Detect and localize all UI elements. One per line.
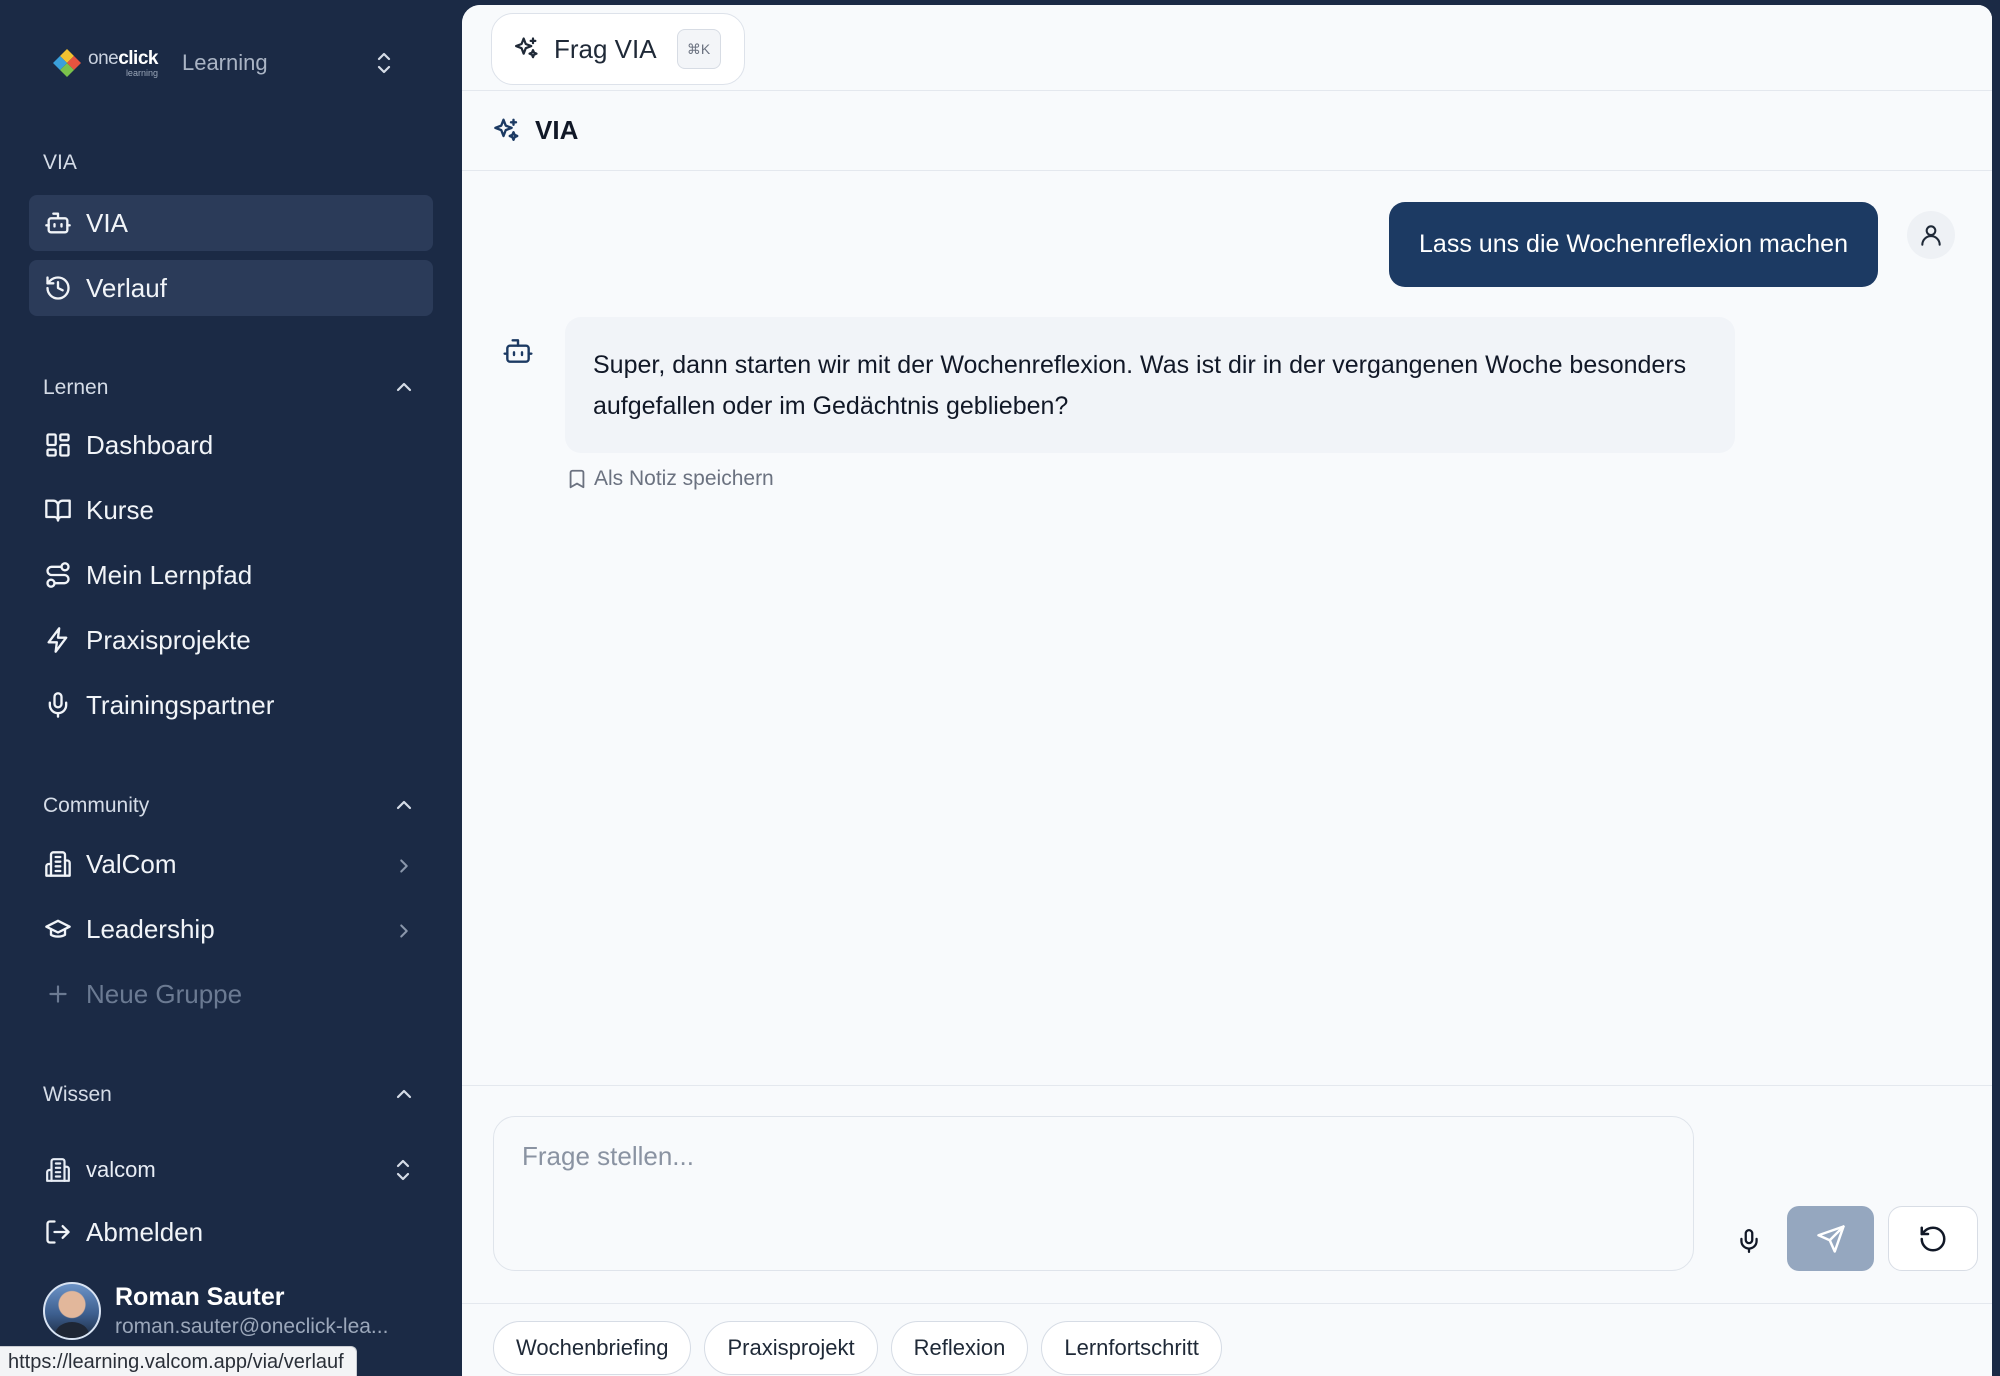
message-input[interactable]: [494, 1117, 1693, 1270]
section-label-lernen: Lernen: [43, 376, 109, 399]
chevron-up-icon[interactable]: [392, 1082, 416, 1106]
sidebar-item-label: Leadership: [86, 913, 215, 944]
suggestion-chip[interactable]: Praxisprojekt: [704, 1321, 878, 1375]
keyboard-shortcut: ⌘K: [676, 29, 721, 69]
sidebar-item-leadership[interactable]: Leadership: [29, 901, 433, 957]
book-icon: [43, 495, 73, 525]
send-button[interactable]: [1787, 1206, 1874, 1271]
suggestion-chip[interactable]: Wochenbriefing: [493, 1321, 692, 1375]
chevron-up-icon[interactable]: [392, 793, 416, 817]
logo-wordmark: oneclick learning: [88, 47, 158, 78]
bookmark-icon: [566, 468, 588, 490]
chat-title: VIA: [535, 115, 579, 145]
suggestion-chips: Wochenbriefing Praxisprojekt Reflexion L…: [493, 1321, 1222, 1375]
user-message-bubble: Lass uns die Wochenreflexion machen: [1389, 202, 1878, 287]
sidebar-item-label: Dashboard: [86, 429, 214, 460]
sidebar-item-dashboard[interactable]: Dashboard: [29, 417, 433, 473]
product-name: Learning: [181, 50, 268, 75]
sidebar-item-label: ValCom: [86, 848, 177, 879]
reset-chat-button[interactable]: [1888, 1206, 1978, 1271]
bot-icon: [43, 208, 73, 238]
brand-switcher[interactable]: oneclick learning Learning: [50, 44, 420, 82]
main-panel: Frag VIA ⌘K VIA Lass uns die Wochenrefle…: [462, 5, 1992, 1376]
sidebar-item-valcom[interactable]: ValCom: [29, 836, 433, 892]
suggestion-chip[interactable]: Reflexion: [890, 1321, 1029, 1375]
composer-area: Wochenbriefing Praxisprojekt Reflexion L…: [462, 1085, 1992, 1376]
bot-icon: [502, 335, 534, 367]
sparkles-icon: [512, 35, 540, 63]
bolt-icon: [43, 625, 73, 655]
oneclick-logo: [50, 46, 84, 80]
sidebar-item-label: Praxisprojekte: [86, 624, 251, 655]
user-profile[interactable]: Roman Sauter roman.sauter@oneclick-lea..…: [43, 1276, 443, 1346]
user-email: roman.sauter@oneclick-lea...: [115, 1315, 389, 1338]
chevron-right-icon: [393, 918, 415, 940]
route-icon: [43, 560, 73, 590]
suggestion-chip[interactable]: Lernfortschritt: [1041, 1321, 1222, 1375]
chat-header: VIA: [462, 91, 1992, 171]
voice-input-button[interactable]: [1727, 1219, 1771, 1263]
graduation-cap-icon: [43, 914, 73, 944]
user-icon: [1921, 225, 1941, 246]
sidebar: oneclick learning Learning VIA VIA Verla…: [0, 0, 462, 1376]
plus-icon: [43, 979, 73, 1009]
chevrons-up-down-icon: [391, 1157, 415, 1183]
logout-icon: [43, 1217, 73, 1247]
sidebar-item-label: VIA: [86, 207, 128, 238]
topbar: Frag VIA ⌘K: [462, 5, 1992, 91]
avatar: [43, 1282, 101, 1340]
sidebar-item-via[interactable]: VIA: [29, 195, 433, 251]
sidebar-item-label: Mein Lernpfad: [86, 559, 253, 590]
dashboard-icon: [43, 430, 73, 460]
section-label-community: Community: [43, 794, 150, 817]
sidebar-item-praxisprojekte[interactable]: Praxisprojekte: [29, 612, 433, 668]
sidebar-item-label: Neue Gruppe: [86, 978, 243, 1009]
mic-icon: [43, 690, 73, 720]
sidebar-item-kurse[interactable]: Kurse: [29, 482, 433, 538]
user-name: Roman Sauter: [115, 1283, 285, 1311]
divider: [462, 1303, 1992, 1304]
chevrons-up-down-icon: [372, 50, 396, 76]
send-icon: [1816, 1224, 1845, 1253]
sidebar-item-label: Trainingspartner: [86, 689, 275, 720]
rotate-ccw-icon: [1920, 1226, 1946, 1251]
frag-via-button[interactable]: Frag VIA ⌘K: [491, 13, 745, 85]
sidebar-item-mein-lernpfad[interactable]: Mein Lernpfad: [29, 547, 433, 603]
section-label-via: VIA: [43, 151, 77, 174]
save-note-label: Als Notiz speichern: [594, 467, 774, 490]
sidebar-item-label: Kurse: [86, 494, 154, 525]
sidebar-item-label: Verlauf: [86, 272, 167, 303]
workspace-switcher[interactable]: valcom: [29, 1142, 433, 1198]
building-icon: [43, 849, 73, 879]
logout-button[interactable]: Abmelden: [29, 1204, 433, 1260]
frag-via-label: Frag VIA: [554, 33, 657, 64]
chevron-right-icon: [393, 853, 415, 875]
save-note-button[interactable]: Als Notiz speichern: [566, 464, 774, 494]
mic-icon: [1740, 1229, 1758, 1253]
assistant-message-bubble: Super, dann starten wir mit der Wochenre…: [565, 317, 1735, 453]
message-input-box: [493, 1116, 1694, 1271]
sparkles-icon: [491, 116, 521, 146]
sidebar-item-verlauf[interactable]: Verlauf: [29, 260, 433, 316]
status-bar-url: https://learning.valcom.app/via/verlauf: [0, 1346, 357, 1376]
section-label-wissen: Wissen: [43, 1083, 112, 1106]
user-avatar: [1907, 211, 1955, 259]
workspace-label: valcom: [86, 1157, 156, 1182]
history-icon: [43, 273, 73, 303]
chevron-up-icon[interactable]: [392, 375, 416, 399]
sidebar-item-label: Abmelden: [86, 1216, 204, 1247]
building-icon: [43, 1155, 73, 1185]
sidebar-item-trainingspartner[interactable]: Trainingspartner: [29, 677, 433, 733]
new-group-button[interactable]: Neue Gruppe: [29, 966, 433, 1022]
